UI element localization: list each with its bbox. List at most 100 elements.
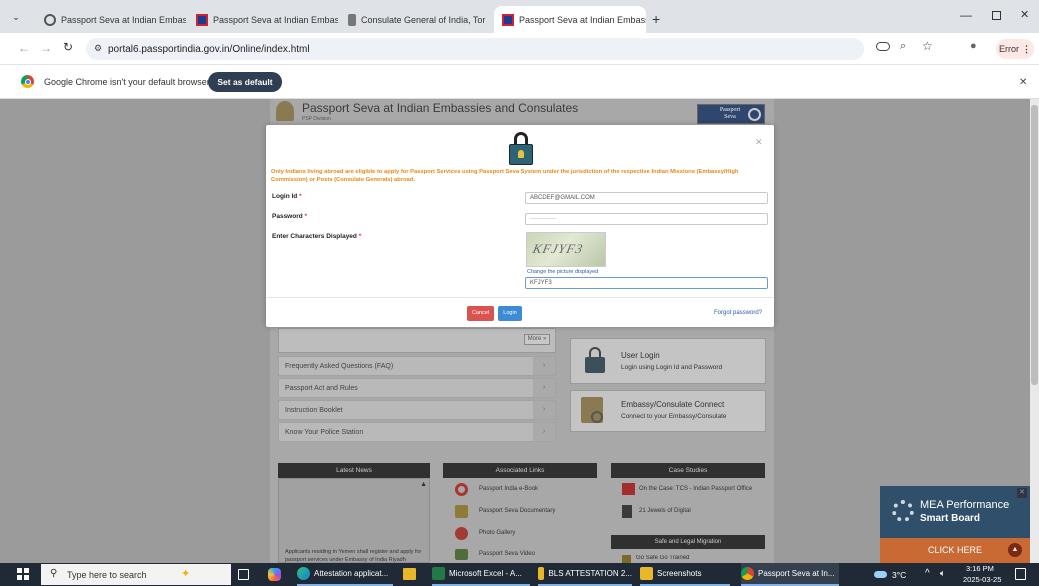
eligibility-notice: Only Indians living abroad are eligible … (271, 169, 739, 183)
passport-seva-favicon (502, 13, 514, 26)
menu-item-act-rules[interactable]: Passport Act and Rules › (278, 378, 556, 398)
chakra-icon (748, 108, 761, 121)
case-studies-header: Case Studies (611, 463, 765, 478)
search-highlight-icon: ✦ (181, 568, 191, 580)
captcha-input[interactable]: KFJYF3 (525, 277, 768, 289)
embassy-connect-card[interactable]: Embassy/Consulate Connect Connect to you… (570, 390, 766, 432)
site-info-icon[interactable]: ⚙ (94, 43, 102, 54)
tab-title: Consulate General of India, Tor (361, 14, 486, 25)
folder-icon (538, 567, 545, 580)
news-scroll-up-icon[interactable]: ▲ (420, 481, 427, 488)
promo-subtitle: Smart Board (920, 513, 981, 524)
login-button[interactable]: Login (498, 306, 522, 321)
user-login-card[interactable]: User Login Login using Login Id and Pass… (570, 338, 766, 384)
taskbar-search-box[interactable]: ⚲ Type here to search ✦ (41, 564, 231, 585)
profile-icon[interactable]: ● (970, 40, 977, 52)
assoc-link-video[interactable]: Passport Seva Video (455, 548, 595, 562)
address-bar[interactable]: ⚙ portal6.passportindia.gov.in/Online/in… (86, 38, 864, 60)
tab-title: Passport Seva at Indian Embass (519, 14, 646, 25)
tab-1[interactable]: Passport Seva at Indian Embass ✕ (36, 6, 186, 33)
ebook-icon (455, 483, 468, 496)
bookmark-star-icon[interactable]: ☆ (922, 39, 933, 53)
set-as-default-button[interactable]: Set as default (208, 72, 282, 92)
passport-seva-favicon (196, 13, 208, 26)
folder-icon (640, 567, 653, 580)
search-placeholder: Type here to search (67, 570, 147, 580)
tray-chevron-icon[interactable]: ^ (925, 568, 930, 579)
clock-time[interactable]: 3:16 PM (966, 564, 994, 573)
globe-icon (44, 13, 56, 26)
task-view-icon[interactable] (238, 569, 249, 580)
search-icon: ⚲ (50, 568, 58, 579)
weather-temp[interactable]: 3°C (892, 570, 906, 580)
emblem-favicon (348, 13, 356, 26)
national-emblem-icon (276, 101, 294, 121)
tab-4-active[interactable]: Passport Seva at Indian Embass ✕ (494, 6, 646, 33)
tab-3[interactable]: Consulate General of India, Tor ✕ (340, 6, 490, 33)
password-input[interactable]: ············· (525, 213, 768, 225)
restore-icon[interactable] (992, 11, 1001, 20)
change-picture-link[interactable]: Change the picture displayed (527, 269, 598, 275)
kebab-menu-icon: ⋮ (1022, 43, 1031, 54)
modal-lock-icon (509, 132, 533, 166)
promo-title: MEA Performance (920, 499, 1010, 511)
cancel-button[interactable]: Cancel (467, 306, 494, 321)
modal-footer-divider (266, 297, 774, 298)
weather-cloud-icon[interactable] (874, 571, 887, 578)
close-window-icon[interactable]: ✕ (1020, 8, 1029, 21)
lock-icon (585, 347, 605, 373)
click-here-button[interactable]: CLICK HERE ▲ (880, 538, 1030, 563)
error-label: Error (999, 44, 1019, 54)
taskbar-app-screenshots[interactable]: Screenshots (640, 563, 730, 586)
infobar-message: Google Chrome isn't your default browser (44, 77, 210, 87)
embassy-search-icon (581, 397, 603, 423)
close-widget-icon[interactable]: ✕ (1017, 488, 1027, 498)
site-subtitle: PSP Division (302, 116, 331, 122)
tab-2[interactable]: Passport Seva at Indian Embass ✕ (188, 6, 338, 33)
video-icon (455, 549, 468, 560)
zoom-icon[interactable]: ⌕ (900, 40, 906, 53)
chevron-up-icon: ▲ (1008, 543, 1022, 557)
assoc-link-gallery[interactable]: Photo Gallery (455, 527, 595, 541)
case-link-tcs[interactable]: On the Case: TCS - Indian Passport Offic… (622, 483, 767, 497)
passport-seva-logo: Passport Seva (697, 104, 765, 124)
tab-list-button[interactable]: ⌄ (8, 9, 24, 25)
menu-item-faq[interactable]: Frequently Asked Questions (FAQ) › (278, 356, 556, 376)
taskbar-app-chrome[interactable]: Passport Seva at In... (741, 563, 839, 586)
login-id-input[interactable]: ABCDEF@GMAIL.COM (525, 192, 768, 204)
scrollbar[interactable] (1030, 99, 1039, 563)
menu-item-instruction-booklet[interactable]: Instruction Booklet › (278, 400, 556, 420)
mea-smart-board-widget[interactable]: ✕ MEA Performance Smart Board CLICK HERE… (880, 486, 1030, 563)
forward-icon[interactable]: → (40, 41, 52, 55)
minimize-icon[interactable]: — (960, 8, 972, 22)
volume-icon[interactable]: 🔈︎ (940, 568, 945, 579)
associated-links-header: Associated Links (443, 463, 597, 478)
captcha-label: Enter Characters Displayed * (272, 233, 362, 240)
more-button[interactable]: More » (524, 334, 550, 345)
taskbar-app-edge[interactable]: Attestation applicat... (297, 563, 393, 586)
clock-date[interactable]: 2025-03-25 (963, 575, 1001, 584)
close-modal-icon[interactable]: ✕ (755, 137, 763, 148)
case-link-go-safe[interactable]: Go Safe Go Trained (622, 555, 767, 563)
back-icon[interactable]: ← (18, 41, 30, 55)
chevron-right-icon: › (533, 379, 555, 397)
password-key-icon[interactable] (876, 42, 890, 51)
assoc-link-ebook[interactable]: Passport India e-Book (455, 483, 595, 497)
captcha-image: KFJYF3 (526, 232, 606, 267)
taskbar-app-explorer[interactable] (403, 568, 416, 580)
windows-start-icon[interactable] (17, 568, 29, 580)
reload-icon[interactable]: ↻ (63, 40, 73, 54)
forgot-password-link[interactable]: Forgot password? (714, 310, 762, 316)
embassy-title: Embassy/Consulate Connect (621, 400, 725, 409)
menu-item-police-station[interactable]: Know Your Police Station › (278, 422, 556, 442)
taskbar-app-bls-folder[interactable]: BLS ATTESTATION 2... (538, 563, 632, 586)
notification-icon[interactable] (1015, 568, 1026, 580)
url-text: portal6.passportindia.gov.in/Online/inde… (108, 43, 310, 55)
error-button[interactable]: Error ⋮ (996, 39, 1034, 59)
new-tab-button[interactable]: + (652, 11, 660, 27)
taskbar-app-excel[interactable]: Microsoft Excel - A... (432, 563, 530, 586)
assoc-link-documentary[interactable]: Passport Seva Documentary (455, 505, 595, 519)
case-link-jewels[interactable]: 21 Jewels of Digital (622, 505, 767, 519)
close-infobar-icon[interactable]: ✕ (1019, 77, 1027, 88)
copilot-icon[interactable] (268, 568, 281, 581)
